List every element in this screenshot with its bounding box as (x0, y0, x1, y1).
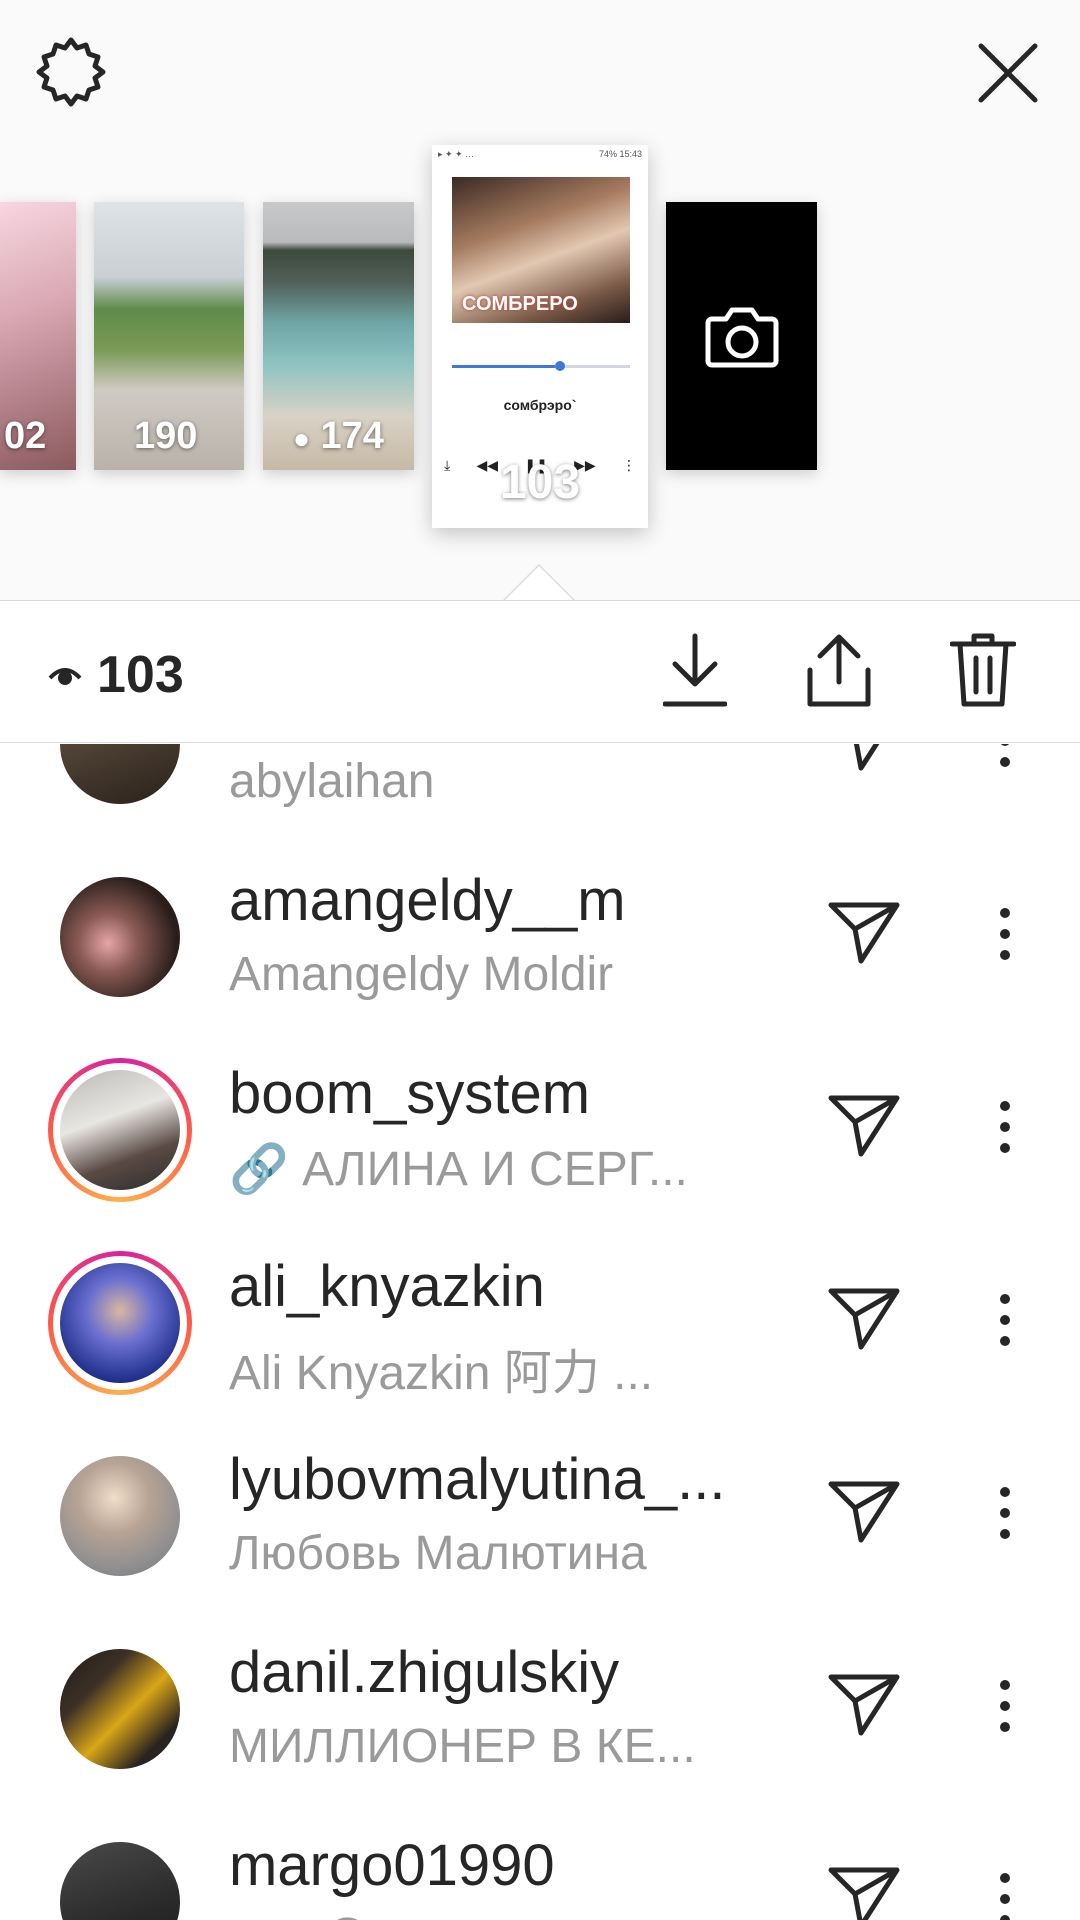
more-vertical-icon[interactable] (990, 1679, 1020, 1733)
send-icon[interactable] (828, 899, 900, 965)
close-icon[interactable] (975, 40, 1041, 106)
viewer-fullname: Ali Knyazkin 阿力 ... (229, 1347, 654, 1400)
viewer-fullname: М... 😊 (229, 1912, 372, 1920)
viewers-list[interactable]: abylaihan amangeldy__m Amangeldy Moldir … (0, 744, 1080, 1920)
song-title: сомбрэро` (503, 397, 577, 413)
story-tray: 02 190 ● 174 ▸ ✦ ✦ … 74% 15:43 СОМБРЕРО с… (0, 0, 1080, 602)
viewer-row[interactable]: boom_system 🔗 АЛИНА И СЕРГ... (0, 1030, 1080, 1220)
viewer-username[interactable]: lyubovmalyutina_... (229, 1446, 725, 1513)
story-thumbnail[interactable]: 190 (94, 202, 244, 470)
story-thumbnail[interactable]: 02 (0, 202, 76, 470)
story-ring[interactable] (48, 1058, 192, 1202)
view-count-label: ● 174 (293, 415, 384, 457)
more-vertical-icon[interactable] (990, 907, 1020, 961)
viewer-fullname: Любовь Малютина (229, 1527, 647, 1580)
viewer-row[interactable]: margo01990 М... 😊 (0, 1802, 1080, 1920)
avatar[interactable] (60, 877, 180, 997)
story-thumbnail-selected[interactable]: ▸ ✦ ✦ … 74% 15:43 СОМБРЕРО сомбрэро` ⤓ ◀◀ ❚… (432, 145, 648, 528)
viewer-username[interactable]: amangeldy__m (229, 867, 626, 934)
viewer-username[interactable]: danil.zhigulskiy (229, 1639, 619, 1706)
avatar (60, 1263, 180, 1383)
add-story-camera[interactable] (666, 202, 817, 470)
send-icon[interactable] (828, 1092, 900, 1158)
more-vertical-icon[interactable] (990, 1293, 1020, 1347)
viewer-row[interactable]: amangeldy__m Amangeldy Moldir (0, 837, 1080, 1027)
viewer-row[interactable]: danil.zhigulskiy МИЛЛИОНЕР В КЕ... (0, 1609, 1080, 1799)
selection-pointer-fill (503, 566, 575, 602)
status-bar: ▸ ✦ ✦ … 74% 15:43 (438, 149, 642, 159)
more-vertical-icon[interactable] (990, 1872, 1020, 1920)
viewer-fullname: Amangeldy Moldir (229, 948, 614, 1001)
view-count-label: 103 (499, 456, 581, 509)
eye-icon (48, 668, 82, 685)
more-vertical-icon[interactable] (990, 744, 1020, 768)
send-icon[interactable] (828, 1478, 900, 1544)
send-icon[interactable] (828, 1864, 900, 1920)
camera-icon (705, 307, 779, 368)
more-vertical-icon[interactable] (990, 1486, 1020, 1540)
avatar (60, 1070, 180, 1190)
viewer-fullname: МИЛЛИОНЕР В КЕ... (229, 1720, 696, 1773)
eye-icon: ● (293, 423, 310, 454)
trash-icon[interactable] (950, 632, 1016, 708)
download-icon[interactable] (663, 632, 727, 708)
viewer-username[interactable]: margo01990 (229, 1832, 555, 1899)
view-count-label: 02 (4, 415, 47, 457)
story-ring[interactable] (48, 1251, 192, 1395)
share-icon[interactable] (806, 632, 872, 708)
avatar[interactable] (60, 1842, 180, 1920)
viewer-username[interactable]: boom_system (229, 1060, 590, 1127)
viewer-fullname: abylaihan (229, 755, 435, 808)
story-thumbnail[interactable]: ● 174 (263, 202, 414, 470)
viewer-row[interactable]: abylaihan (0, 744, 1080, 834)
avatar[interactable] (60, 1456, 180, 1576)
viewer-row[interactable]: ali_knyazkin Ali Knyazkin 阿力 ... (0, 1223, 1080, 1413)
avatar[interactable] (60, 1649, 180, 1769)
view-count: 103 (97, 646, 184, 704)
album-art-title: СОМБРЕРО (462, 293, 578, 315)
view-count-label: 190 (134, 415, 198, 457)
more-vertical-icon[interactable] (990, 1100, 1020, 1154)
send-icon[interactable] (828, 744, 900, 772)
send-icon[interactable] (828, 1285, 900, 1351)
send-icon[interactable] (828, 1671, 900, 1737)
avatar[interactable] (60, 744, 180, 804)
viewer-row[interactable]: lyubovmalyutina_... Любовь Малютина (0, 1416, 1080, 1606)
viewer-username[interactable]: ali_knyazkin (229, 1253, 545, 1320)
progress-bar (452, 361, 630, 371)
gear-icon[interactable] (32, 34, 110, 112)
viewer-fullname: 🔗 АЛИНА И СЕРГ... (229, 1143, 688, 1196)
